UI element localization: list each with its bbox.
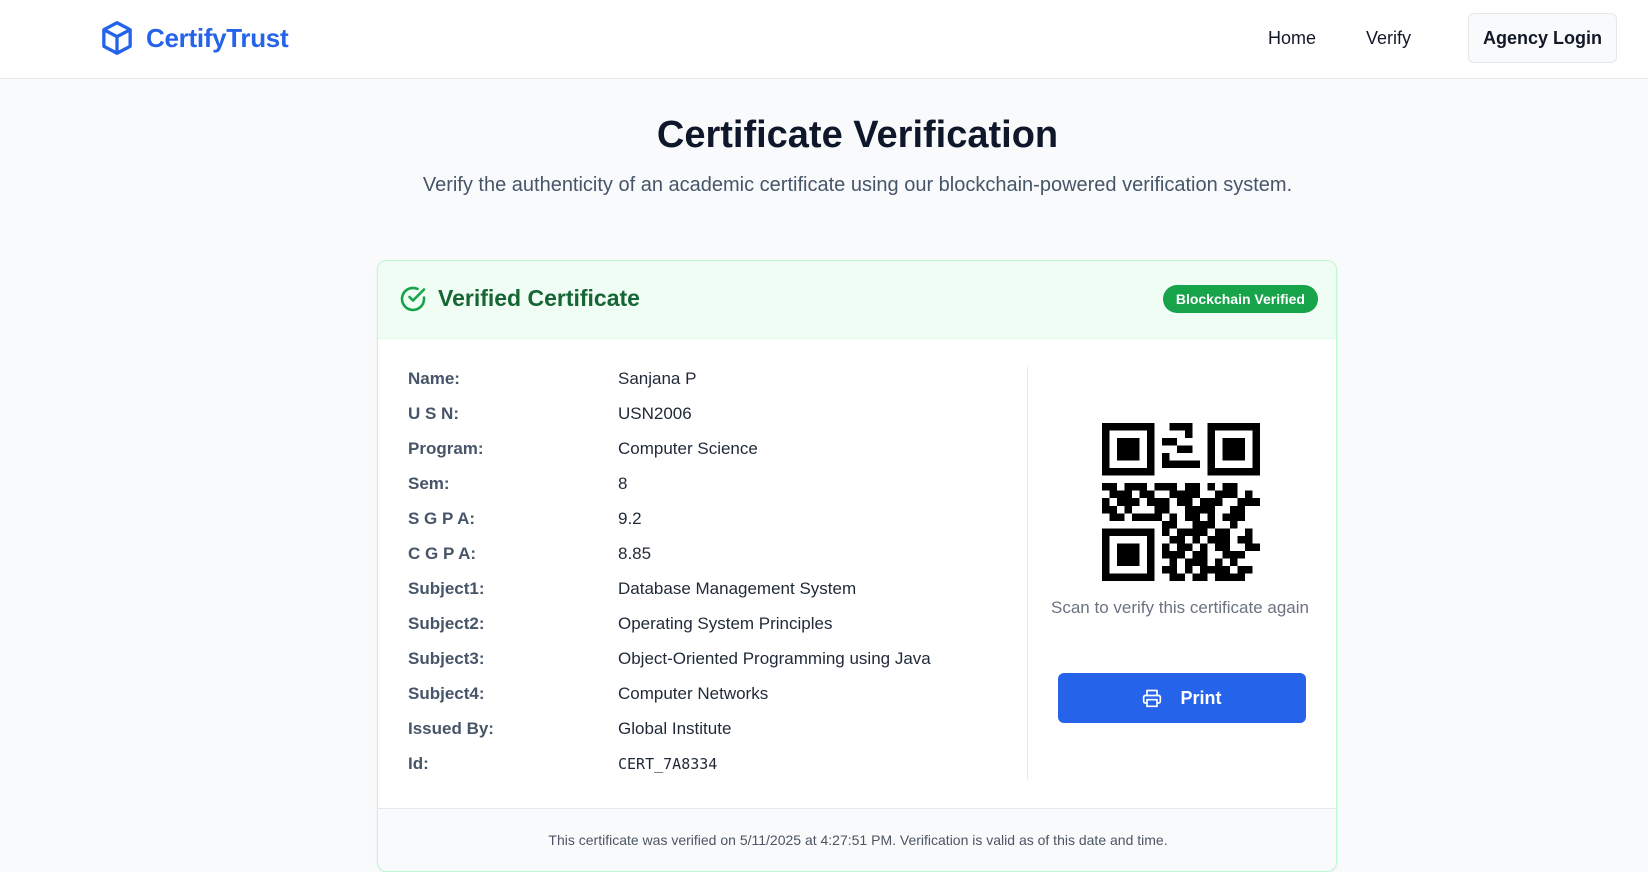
detail-value: 8 bbox=[618, 474, 628, 493]
certificate-card: Verified Certificate Blockchain Verified… bbox=[377, 260, 1337, 872]
detail-label: S G P A: bbox=[408, 509, 476, 528]
detail-row-issued-by: Issued By: Global Institute bbox=[408, 719, 998, 754]
detail-value: Object-Oriented Programming using Java bbox=[618, 649, 931, 668]
detail-value: Computer Networks bbox=[618, 684, 769, 703]
detail-row-subject4: Subject4: Computer Networks bbox=[408, 684, 998, 719]
printer-icon bbox=[1143, 689, 1162, 708]
verification-timestamp-note: This certificate was verified on 5/11/20… bbox=[548, 832, 1168, 848]
certificate-details: Name: Sanjana P U S N: USN2006 Program: … bbox=[408, 369, 998, 789]
detail-row-sgpa: S G P A: 9.2 bbox=[408, 509, 998, 544]
detail-row-subject1: Subject1: Database Management System bbox=[408, 579, 998, 614]
qr-caption: Scan to verify this certificate again bbox=[1051, 598, 1309, 617]
detail-value: Sanjana P bbox=[618, 369, 697, 388]
detail-label: Name: bbox=[408, 369, 460, 388]
certificate-id-value: CERT_7A8334 bbox=[618, 755, 718, 773]
detail-label: Subject2: bbox=[408, 614, 485, 633]
detail-label: Issued By: bbox=[408, 719, 494, 738]
detail-value: 9.2 bbox=[618, 509, 642, 528]
detail-row-name: Name: Sanjana P bbox=[408, 369, 998, 404]
page-subtitle: Verify the authenticity of an academic c… bbox=[422, 174, 1293, 196]
check-circle-icon bbox=[400, 286, 426, 312]
detail-label: Subject3: bbox=[408, 649, 485, 668]
detail-row-cgpa: C G P A: 8.85 bbox=[408, 544, 998, 579]
detail-row-subject2: Subject2: Operating System Principles bbox=[408, 614, 998, 649]
qr-code-icon bbox=[1102, 423, 1260, 581]
nav-link-verify[interactable]: Verify bbox=[1366, 28, 1411, 49]
nav-link-home[interactable]: Home bbox=[1268, 28, 1316, 49]
card-footer: This certificate was verified on 5/11/20… bbox=[378, 808, 1336, 871]
detail-label: C G P A: bbox=[408, 544, 477, 563]
top-navbar: CertifyTrust Home Verify Agency Login bbox=[0, 0, 1648, 79]
detail-value: Operating System Principles bbox=[618, 614, 833, 633]
detail-value: 8.85 bbox=[618, 544, 652, 563]
detail-label: Id: bbox=[408, 754, 429, 773]
blockchain-verified-badge: Blockchain Verified bbox=[1162, 285, 1318, 313]
detail-row-usn: U S N: USN2006 bbox=[408, 404, 998, 439]
detail-value: Global Institute bbox=[618, 719, 732, 738]
brand-name: CertifyTrust bbox=[146, 22, 289, 53]
detail-label: Sem: bbox=[408, 474, 450, 493]
detail-value: Database Management System bbox=[618, 579, 857, 598]
box-cube-icon bbox=[102, 21, 132, 55]
detail-label: U S N: bbox=[408, 404, 459, 423]
detail-label: Subject1: bbox=[408, 579, 485, 598]
detail-value: Computer Science bbox=[618, 439, 758, 458]
vertical-divider bbox=[1027, 367, 1028, 779]
detail-row-subject3: Subject3: Object-Oriented Programming us… bbox=[408, 649, 998, 684]
card-title: Verified Certificate bbox=[438, 285, 640, 311]
brand-logo[interactable]: CertifyTrust bbox=[100, 20, 289, 56]
card-header: Verified Certificate Blockchain Verified bbox=[378, 261, 1336, 339]
detail-row-id: Id: CERT_7A8334 bbox=[408, 754, 998, 789]
detail-value: USN2006 bbox=[618, 404, 692, 423]
print-button[interactable]: Print bbox=[1058, 673, 1306, 723]
page-title: Certificate Verification bbox=[656, 114, 1059, 156]
detail-label: Program: bbox=[408, 439, 484, 458]
print-button-label: Print bbox=[1180, 687, 1222, 708]
detail-label: Subject4: bbox=[408, 684, 485, 703]
detail-row-program: Program: Computer Science bbox=[408, 439, 998, 474]
detail-row-sem: Sem: 8 bbox=[408, 474, 998, 509]
agency-login-button[interactable]: Agency Login bbox=[1468, 13, 1617, 63]
